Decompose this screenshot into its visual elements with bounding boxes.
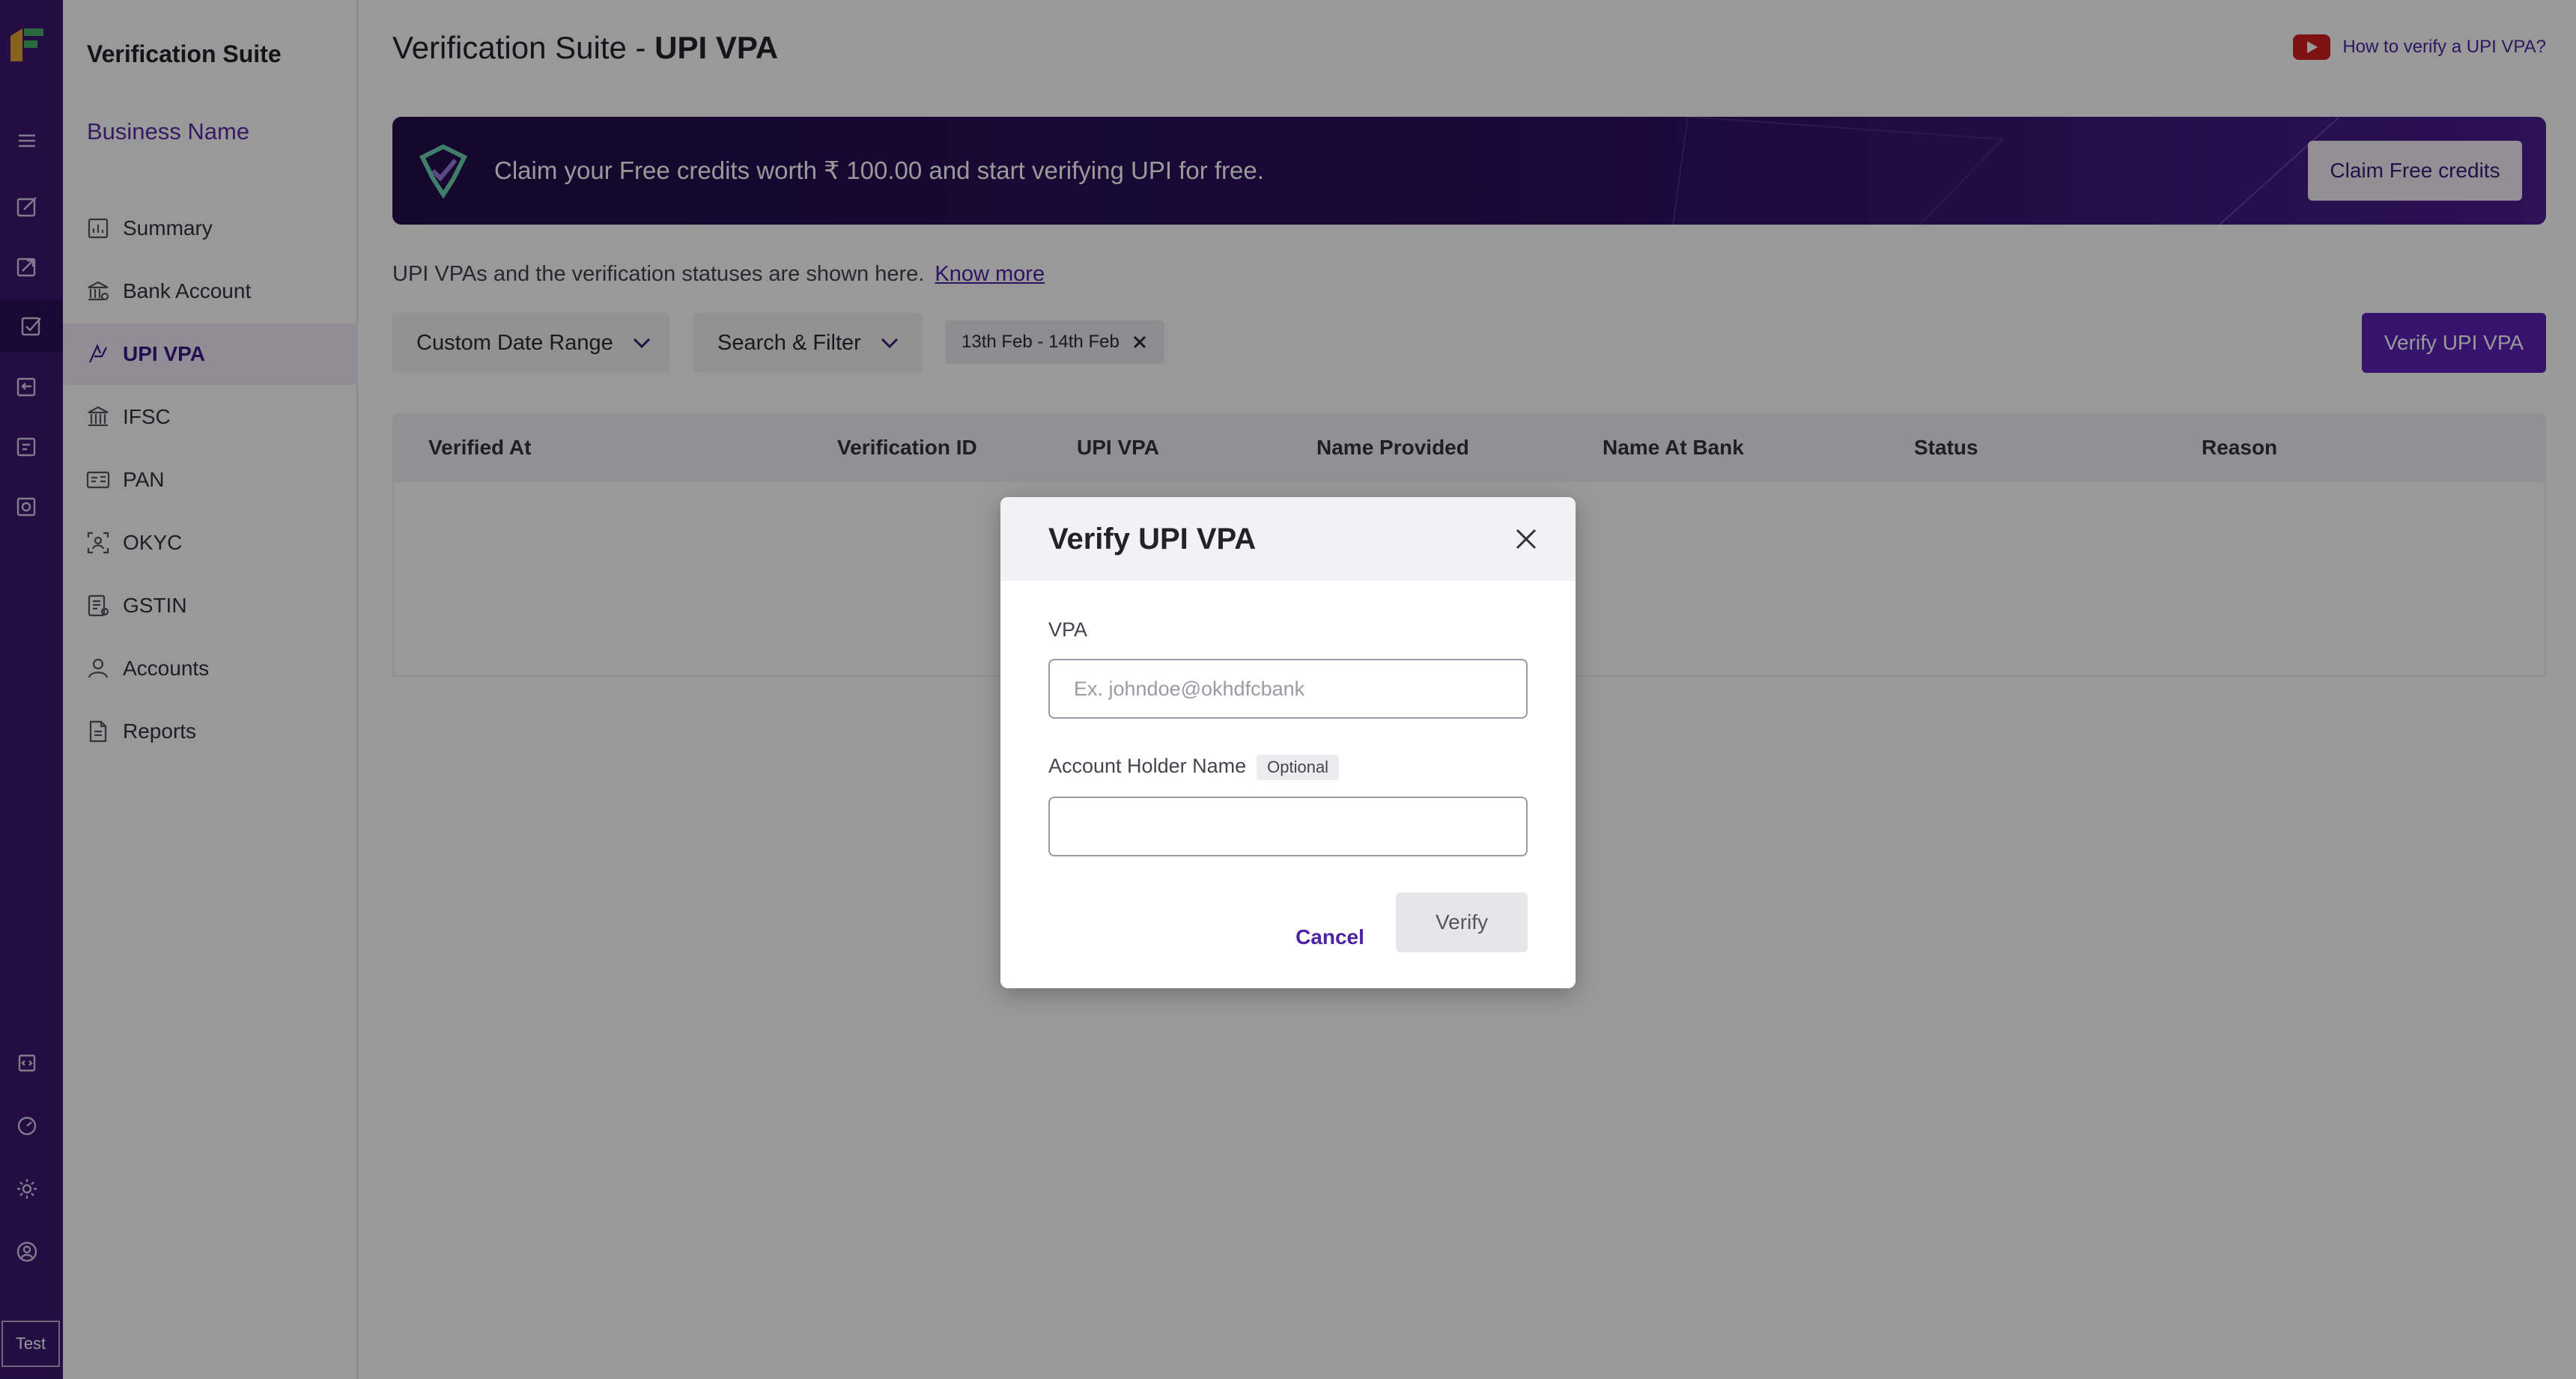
modal-header: Verify UPI VPA — [1000, 497, 1576, 581]
verify-upi-vpa-modal: Verify UPI VPA VPA Account Holder NameOp… — [1000, 497, 1576, 988]
account-holder-name-label: Account Holder Name Optional — [1048, 755, 1340, 780]
cancel-button[interactable]: Cancel — [1278, 907, 1382, 967]
close-icon[interactable] — [1513, 526, 1540, 552]
optional-badge: Optional — [1257, 755, 1340, 780]
vpa-label: VPA — [1048, 618, 1088, 641]
modal-title: Verify UPI VPA — [1048, 523, 1257, 555]
vpa-input[interactable] — [1048, 659, 1528, 719]
verify-button[interactable]: Verify — [1396, 892, 1528, 952]
account-holder-name-input[interactable] — [1048, 797, 1528, 856]
